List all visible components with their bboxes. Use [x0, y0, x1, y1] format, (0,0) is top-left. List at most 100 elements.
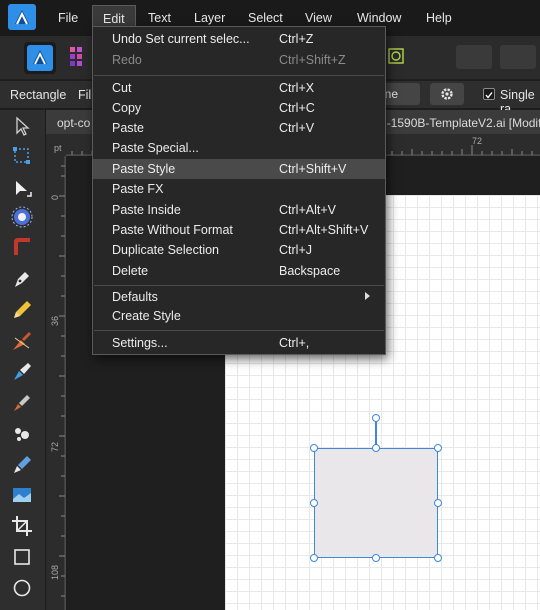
menu-item-label: Create Style: [112, 309, 181, 323]
menu-window[interactable]: Window: [357, 11, 401, 25]
selected-rectangle-shape[interactable]: [314, 448, 438, 558]
place-image-tool[interactable]: [9, 421, 35, 447]
resize-handle-top-left[interactable]: [310, 444, 318, 452]
ellipse-tool[interactable]: [9, 575, 35, 601]
menu-item-label: Delete: [112, 264, 149, 278]
contour-tool-icon: [14, 238, 30, 255]
node-tool-icon: [13, 147, 30, 164]
menu-separator: [94, 285, 384, 286]
resize-handle-bottom-right[interactable]: [434, 554, 442, 562]
context-settings-button[interactable]: [430, 83, 464, 105]
menu-item-shortcut: Ctrl+Shift+V: [279, 162, 347, 176]
menu-item-paste-inside[interactable]: Paste Inside Ctrl+Alt+V: [93, 200, 385, 220]
menu-item-shortcut: Ctrl+Alt+Shift+V: [279, 223, 369, 237]
menu-item-settings[interactable]: Settings... Ctrl+,: [93, 333, 385, 353]
snapping-magnet-icon: [388, 48, 404, 64]
crop-tool[interactable]: [9, 513, 35, 539]
node-tool[interactable]: [9, 143, 35, 169]
menu-file[interactable]: File: [58, 11, 78, 25]
menu-item-paste-special[interactable]: Paste Special...: [93, 138, 385, 158]
menu-view[interactable]: View: [305, 11, 332, 25]
menu-item-label: Duplicate Selection: [112, 243, 220, 257]
menu-item-shortcut: Ctrl+J: [279, 243, 312, 257]
point-transform-tool[interactable]: [9, 204, 35, 230]
menu-item-shortcut: Backspace: [279, 264, 341, 278]
resize-handle-top[interactable]: [372, 444, 380, 452]
menu-help[interactable]: Help: [426, 11, 452, 25]
menu-text[interactable]: Text: [148, 11, 171, 25]
menu-item-duplicate-selection[interactable]: Duplicate Selection Ctrl+J: [93, 240, 385, 260]
affinity-designer-logo-icon[interactable]: [8, 4, 36, 30]
pixel-persona-icon[interactable]: [70, 47, 90, 69]
vector-crop-tool[interactable]: [9, 452, 35, 478]
menu-item-label: Paste Style: [112, 162, 176, 176]
image-tool[interactable]: [9, 482, 35, 508]
ruler-unit-label[interactable]: pt: [54, 143, 62, 153]
menu-item-shortcut: Ctrl+V: [279, 121, 315, 135]
resize-handle-left[interactable]: [310, 499, 318, 507]
menu-item-label: Defaults: [112, 290, 158, 304]
vertical-ruler-ticks: [59, 156, 66, 610]
crop-tool-icon: [12, 516, 32, 536]
vertical-ruler[interactable]: [46, 156, 66, 610]
menu-item-shortcut: Ctrl+Shift+Z: [279, 53, 346, 67]
menu-item-label: Paste Special...: [112, 141, 199, 155]
menu-item-paste[interactable]: Paste Ctrl+V: [93, 118, 385, 138]
document-tab-title[interactable]: n-1590B-TemplateV2.ai [Modified: [380, 116, 540, 130]
vector-crop-icon: [14, 456, 31, 473]
corner-tool-icon: [16, 181, 32, 197]
resize-handle-bottom[interactable]: [372, 554, 380, 562]
transparency-tool[interactable]: [9, 390, 35, 416]
resize-handle-right[interactable]: [434, 499, 442, 507]
menu-item-shortcut: Ctrl+Alt+V: [279, 203, 336, 217]
move-tool[interactable]: [9, 113, 35, 139]
contour-tool[interactable]: [9, 234, 35, 260]
menu-layer[interactable]: Layer: [194, 11, 225, 25]
single-radius-checkbox[interactable]: [483, 88, 495, 100]
point-transform-icon: [11, 206, 33, 228]
vruler-label-72: 72: [50, 441, 60, 452]
checkmark-icon: [485, 92, 493, 99]
context-tool-label: Rectangle: [10, 88, 67, 102]
menu-item-copy[interactable]: Copy Ctrl+C: [93, 98, 385, 118]
menu-item-defaults[interactable]: Defaults: [93, 287, 385, 307]
gear-icon: [441, 88, 453, 100]
context-fill-label[interactable]: Fil: [78, 88, 91, 102]
designer-persona-icon: [27, 45, 53, 71]
pen-tool-icon: [15, 272, 29, 287]
hruler-label-72: 72: [472, 136, 483, 146]
pen-tool[interactable]: [9, 266, 35, 292]
rotation-handle[interactable]: [372, 414, 380, 422]
corner-tool[interactable]: [9, 176, 35, 202]
image-icon: [13, 488, 31, 502]
rectangle-tool[interactable]: [9, 544, 35, 570]
toolbar-button-a[interactable]: [456, 45, 492, 69]
menu-select[interactable]: Select: [248, 11, 283, 25]
toolbar-button-b[interactable]: [500, 45, 536, 69]
pencil-tool-icon: [14, 301, 31, 318]
designer-persona-button[interactable]: [24, 42, 56, 74]
fill-tool-icon: [14, 363, 31, 380]
menu-item-cut[interactable]: Cut Ctrl+X: [93, 78, 385, 98]
edit-menu-dropdown: Undo Set current selec... Ctrl+Z Redo Ct…: [92, 26, 386, 355]
resize-handle-top-right[interactable]: [434, 444, 442, 452]
menu-item-paste-style[interactable]: Paste Style Ctrl+Shift+V: [93, 159, 385, 179]
menu-item-create-style[interactable]: Create Style: [93, 306, 385, 326]
document-tab-left[interactable]: opt-co: [57, 116, 90, 130]
vector-brush-tool[interactable]: [9, 328, 35, 354]
toolbar-snapping-button[interactable]: [384, 44, 408, 68]
menu-item-delete[interactable]: Delete Backspace: [93, 261, 385, 281]
pencil-tool[interactable]: [9, 297, 35, 323]
move-tool-icon: [16, 116, 30, 136]
menu-item-undo[interactable]: Undo Set current selec... Ctrl+Z: [93, 29, 385, 49]
menu-item-label: Paste Without Format: [112, 223, 233, 237]
menu-item-paste-without-format[interactable]: Paste Without Format Ctrl+Alt+Shift+V: [93, 220, 385, 240]
menu-item-label: Paste FX: [112, 182, 164, 196]
fill-tool[interactable]: [9, 359, 35, 385]
resize-handle-bottom-left[interactable]: [310, 554, 318, 562]
submenu-arrow-icon: [365, 292, 370, 300]
menu-item-paste-fx[interactable]: Paste FX: [93, 179, 385, 199]
menu-item-label: Undo Set current selec...: [112, 32, 250, 46]
vruler-label-0: 0: [50, 194, 60, 200]
menu-item-redo[interactable]: Redo Ctrl+Shift+Z: [93, 50, 385, 70]
